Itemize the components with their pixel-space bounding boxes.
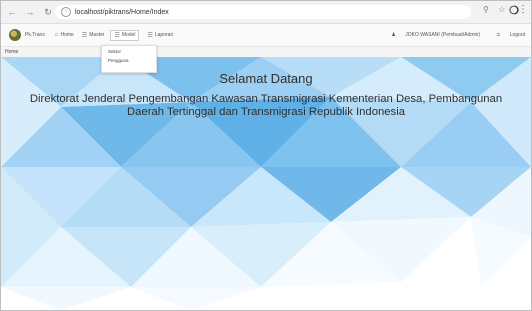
back-arrow-icon[interactable]: ←: [5, 5, 19, 19]
subtitle-line-1: Direktorat Jenderal Pengembangan Kawasan…: [29, 93, 503, 105]
page-subtitle: Direktorat Jenderal Pengembangan Kawasan…: [21, 93, 511, 119]
breadcrumb: Home: [1, 47, 531, 57]
app-logo[interactable]: [9, 29, 21, 41]
app-navbar: Pk.Trans ⌂ Home ☰ Master ☰ Model ☰ Lapor…: [1, 24, 531, 47]
address-bar[interactable]: i localhost/piktrans/Home/Index: [55, 5, 471, 19]
model-dropdown-menu: Sektor Pengguna: [101, 45, 157, 73]
navbar-right: ♟ JOKO WASANI (Pembuat/Admin) ➲ Logout: [375, 24, 525, 46]
nav-item-laporan[interactable]: ☰ Laporan: [147, 32, 173, 39]
nav-item-label: Model: [121, 32, 136, 38]
nav-item-home[interactable]: ⌂ Home: [55, 32, 74, 38]
nav-item-label: Home: [60, 32, 74, 38]
logout-label: Logout: [509, 32, 525, 38]
address-url: localhost/piktrans/Home/Index: [75, 8, 169, 16]
brand-link[interactable]: Pk.Trans: [25, 32, 45, 38]
star-icon[interactable]: ☆: [498, 5, 505, 14]
dropdown-item-sektor[interactable]: Sektor: [102, 46, 156, 55]
user-name: JOKO WASANI (Pembuat/Admin): [405, 32, 481, 38]
browser-window: ← → ↻ i localhost/piktrans/Home/Index ⚲ …: [0, 0, 532, 311]
reload-icon[interactable]: ↻: [41, 5, 55, 19]
subtitle-line-2: Daerah Tertinggal dan Transmigrasi Repub…: [127, 106, 405, 118]
browser-toolbar: ← → ↻ i localhost/piktrans/Home/Index ⚲ …: [1, 1, 531, 24]
page-title: Selamat Datang: [219, 71, 313, 86]
nav-item-label: Master: [89, 32, 105, 38]
main-content: Selamat Datang Direktorat Jenderal Penge…: [1, 57, 531, 310]
user-icon: ♟: [391, 32, 396, 38]
home-icon: ⌂: [54, 32, 59, 38]
nav-item-label: Laporan: [154, 32, 174, 38]
kebab-menu-icon[interactable]: ⋮: [518, 4, 528, 15]
breadcrumb-current: Home: [5, 49, 19, 55]
nav-item-master[interactable]: ☰ Master: [82, 32, 105, 39]
list-icon: ☰: [147, 32, 153, 39]
list-icon: ☰: [114, 32, 120, 39]
logout-link[interactable]: ➲ Logout: [488, 32, 525, 38]
zoom-icon[interactable]: ⚲: [483, 5, 489, 14]
forward-arrow-icon[interactable]: →: [23, 5, 37, 19]
nav-item-model[interactable]: ☰ Model: [110, 29, 140, 41]
list-icon: ☰: [81, 32, 88, 39]
dropdown-item-pengguna[interactable]: Pengguna: [102, 55, 156, 64]
info-icon[interactable]: i: [61, 7, 71, 17]
user-menu[interactable]: ♟ JOKO WASANI (Pembuat/Admin): [383, 32, 480, 38]
logout-icon: ➲: [496, 32, 501, 38]
